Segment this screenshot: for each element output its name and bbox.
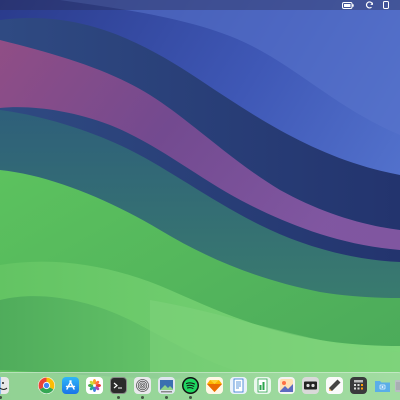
app-store-icon[interactable] bbox=[62, 377, 79, 394]
spreadsheet-icon[interactable] bbox=[254, 377, 271, 394]
fingerprint-running-indicator bbox=[141, 396, 144, 399]
sketch-icon[interactable] bbox=[206, 377, 223, 394]
menu-bar bbox=[0, 0, 400, 10]
desktop-wallpaper bbox=[0, 0, 400, 400]
preview-icon[interactable] bbox=[158, 377, 175, 394]
spotify-icon[interactable] bbox=[182, 377, 199, 394]
chrome-icon[interactable] bbox=[38, 377, 55, 394]
refresh-icon[interactable] bbox=[364, 1, 374, 9]
phone-mirroring-icon[interactable] bbox=[382, 1, 390, 9]
terminal-icon[interactable] bbox=[110, 377, 127, 394]
terminal-running-indicator bbox=[117, 396, 120, 399]
recorder-icon[interactable] bbox=[302, 377, 319, 394]
image-editor-icon[interactable] bbox=[278, 377, 295, 394]
photos-icon[interactable] bbox=[86, 377, 103, 394]
screenshot-folder-icon[interactable] bbox=[374, 377, 391, 394]
document-icon[interactable] bbox=[230, 377, 247, 394]
pencil-icon[interactable] bbox=[326, 377, 343, 394]
fingerprint-icon[interactable] bbox=[134, 377, 151, 394]
preview-running-indicator bbox=[165, 396, 168, 399]
trash-icon[interactable] bbox=[394, 377, 400, 394]
spotify-running-indicator bbox=[189, 396, 192, 399]
battery-icon[interactable] bbox=[342, 1, 354, 9]
finder-icon[interactable] bbox=[0, 377, 9, 394]
calculator-icon[interactable] bbox=[350, 377, 367, 394]
